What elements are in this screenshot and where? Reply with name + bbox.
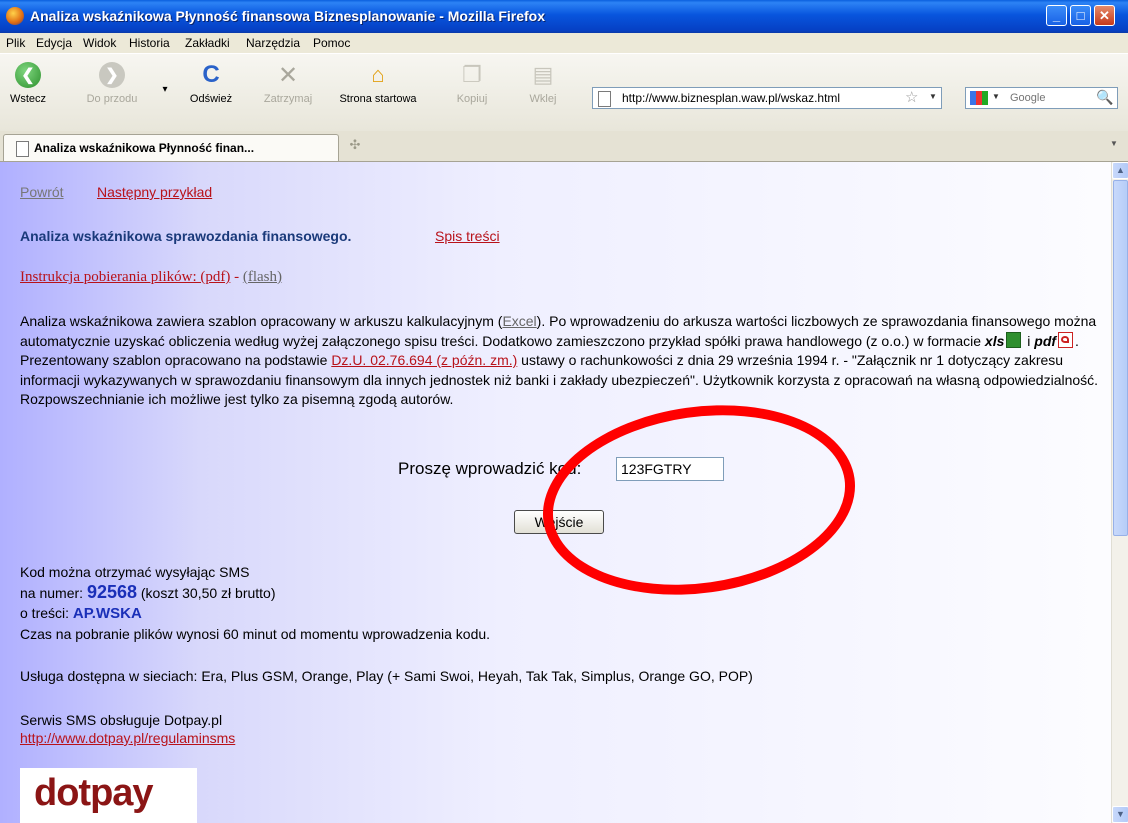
menu-narzedzia[interactable]: Narzędzia	[246, 36, 300, 50]
law-link[interactable]: Dz.U. 02.76.694 (z późn. zm.)	[331, 352, 517, 368]
excel-link[interactable]: Excel	[502, 313, 536, 329]
url-input[interactable]	[620, 90, 894, 106]
page-heading: Analiza wskaźnikowa sprawozdania finanso…	[20, 228, 352, 244]
menu-bar: Plik Edycja Widok Historia Zakładki Narz…	[0, 33, 1128, 53]
scrollbar-thumb[interactable]	[1113, 180, 1128, 536]
xls-label: xls	[984, 332, 1005, 349]
tab-label: Analiza wskaźnikowa Płynność finan...	[34, 141, 255, 155]
stop-button[interactable]: ✕ Zatrzymaj	[258, 56, 318, 106]
page-icon	[16, 141, 29, 157]
code-input[interactable]	[616, 457, 724, 481]
sms-keyword: AP.WSKA	[72, 605, 142, 622]
tab-list-dropdown-icon[interactable]: ▼	[1110, 139, 1118, 148]
window-title: Analiza wskaźnikowa Płynność finansowa B…	[30, 8, 546, 24]
forward-button[interactable]: ❯ Do przodu	[84, 56, 140, 105]
history-dropdown-icon[interactable]: ▾	[158, 84, 172, 95]
menu-plik[interactable]: Plik	[6, 36, 25, 50]
red-annotation-ellipse	[530, 386, 868, 614]
page-content: Powrót Następny przykład Analiza wskaźni…	[0, 162, 1111, 823]
code-label: Proszę wprowadzić kod:	[398, 459, 582, 478]
flash-link[interactable]: (flash)	[243, 269, 282, 285]
menu-zakladki[interactable]: Zakładki	[185, 36, 230, 50]
sms-number: 92568	[86, 582, 137, 602]
dotpay-logo[interactable]: dotpay	[20, 768, 197, 823]
stop-icon: ✕	[277, 61, 299, 89]
instruction-line: Instrukcja pobierania plików: (pdf) - (f…	[20, 269, 283, 285]
new-tab-button[interactable]: ✣	[344, 137, 366, 157]
scroll-up-icon[interactable]: ▲	[1112, 162, 1128, 179]
search-engine-icon[interactable]	[970, 91, 988, 105]
back-link[interactable]: Powrót	[20, 184, 64, 200]
minimize-button[interactable]: _	[1046, 5, 1067, 26]
address-bar[interactable]: ☆ ▼	[592, 87, 942, 109]
tab-active[interactable]: Analiza wskaźnikowa Płynność finan...	[3, 134, 339, 161]
menu-pomoc[interactable]: Pomoc	[313, 36, 350, 50]
reload-icon: C	[202, 61, 220, 88]
pdf-file-icon[interactable]	[1058, 331, 1074, 348]
vertical-scrollbar[interactable]: ▲ ▼	[1111, 162, 1128, 823]
paste-button[interactable]: ▤ Wklej	[523, 56, 563, 105]
search-icon[interactable]: 🔍	[1096, 89, 1113, 106]
home-icon: ⌂	[371, 62, 385, 87]
instruction-pdf-link[interactable]: Instrukcja pobierania plików: (pdf)	[20, 269, 230, 285]
service-info: Serwis SMS obsługuje Dotpay.pl	[20, 712, 223, 728]
navigation-toolbar: ❮ Wstecz ❯ Do przodu ▾ C Odśwież ✕ Zatrz…	[0, 53, 1128, 133]
paste-icon: ▤	[532, 62, 554, 87]
url-dropdown-icon[interactable]: ▼	[929, 92, 937, 101]
enter-button[interactable]: Wejście	[514, 510, 604, 534]
excel-file-icon[interactable]	[1006, 331, 1022, 348]
scroll-down-icon[interactable]: ▼	[1112, 806, 1128, 823]
back-arrow-icon: ❮	[15, 62, 41, 88]
reload-button[interactable]: C Odśwież	[186, 56, 236, 105]
menu-historia[interactable]: Historia	[129, 36, 170, 50]
forward-arrow-icon: ❯	[99, 62, 125, 88]
search-bar[interactable]: ▼ 🔍	[965, 87, 1118, 109]
search-input[interactable]	[1008, 91, 1092, 105]
next-example-link[interactable]: Następny przykład	[97, 184, 212, 200]
copy-icon: ❐	[462, 62, 482, 87]
close-button[interactable]: ✕	[1094, 5, 1115, 26]
menu-edycja[interactable]: Edycja	[36, 36, 72, 50]
pdf-label: pdf	[1034, 332, 1057, 349]
search-engine-dropdown-icon[interactable]: ▼	[992, 92, 1000, 101]
bookmark-star-icon[interactable]: ☆	[905, 88, 918, 106]
home-button[interactable]: ⌂ Strona startowa	[332, 56, 424, 105]
maximize-button[interactable]: □	[1070, 5, 1091, 26]
networks-info: Usługa dostępna w sieciach: Era, Plus GS…	[20, 668, 753, 684]
tab-strip: Analiza wskaźnikowa Płynność finan... ✣ …	[0, 131, 1128, 162]
copy-button[interactable]: ❐ Kopiuj	[452, 56, 492, 105]
time-info: Czas na pobranie plików wynosi 60 minut …	[20, 626, 491, 642]
description-paragraph: Analiza wskaźnikowa zawiera szablon opra…	[20, 313, 1099, 407]
menu-widok[interactable]: Widok	[83, 36, 116, 50]
sms-info: Kod można otrzymać wysyłając SMS na nume…	[20, 564, 491, 642]
back-button[interactable]: ❮ Wstecz	[6, 56, 50, 105]
firefox-icon	[6, 7, 24, 25]
rules-link[interactable]: http://www.dotpay.pl/regulaminsms	[20, 730, 235, 746]
table-of-contents-link[interactable]: Spis treści	[435, 228, 500, 244]
page-icon	[598, 91, 611, 107]
window-title-bar[interactable]: Analiza wskaźnikowa Płynność finansowa B…	[0, 0, 1128, 33]
